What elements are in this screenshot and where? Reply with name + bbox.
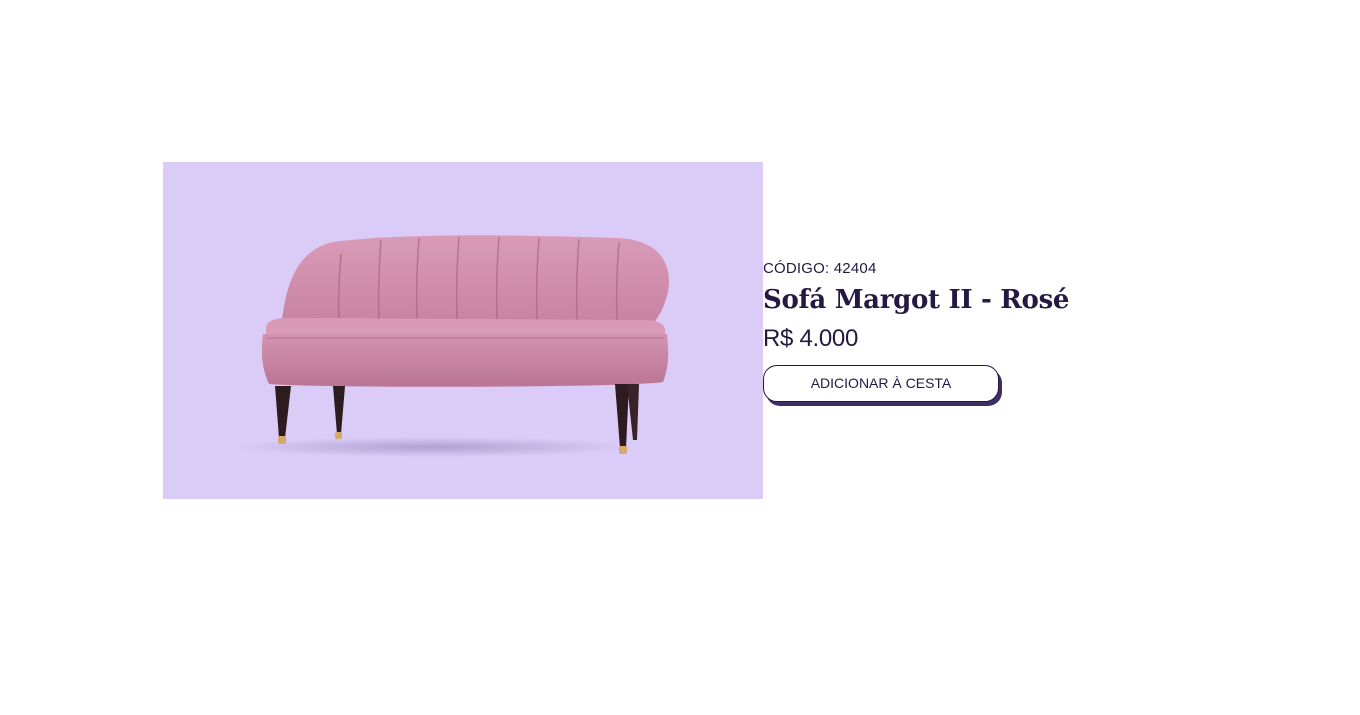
product-info: CÓDIGO: 42404 Sofá Margot II - Rosé R$ 4… — [763, 162, 1163, 499]
product-price: R$ 4.000 — [763, 324, 859, 352]
product-image — [163, 162, 763, 499]
add-to-cart-button[interactable]: ADICIONAR À CESTA — [763, 364, 999, 402]
product-card: CÓDIGO: 42404 Sofá Margot II - Rosé R$ 4… — [163, 162, 1163, 499]
product-code: CÓDIGO: 42404 — [763, 259, 877, 277]
product-title: Sofá Margot II - Rosé — [763, 284, 1070, 315]
sofa-illustration — [233, 235, 669, 457]
